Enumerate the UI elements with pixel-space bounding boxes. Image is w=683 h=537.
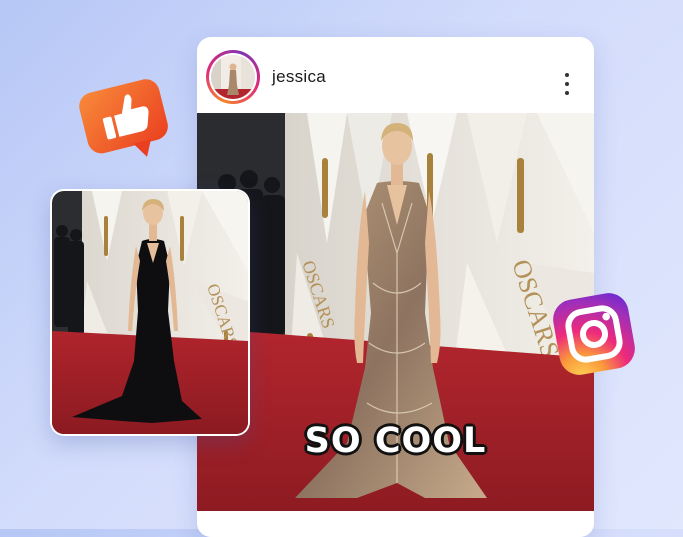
post-caption: SO COOL [304,421,487,461]
avatar-photo [211,55,255,99]
thumbs-up-icon [79,79,168,157]
instagram-badge [546,286,642,382]
instagram-logo-icon [553,293,635,375]
post-header: jessica [197,37,594,113]
more-options-icon[interactable] [559,73,575,95]
username[interactable]: jessica [272,67,326,87]
thumbnail-image: OSCARS [52,191,248,434]
post-footer [197,511,594,537]
like-badge [75,73,175,165]
thumbnail-card[interactable]: OSCARS [50,189,250,436]
post-card: jessica OSCARS OSCARS SO COOL [197,37,594,537]
avatar[interactable] [206,50,260,104]
